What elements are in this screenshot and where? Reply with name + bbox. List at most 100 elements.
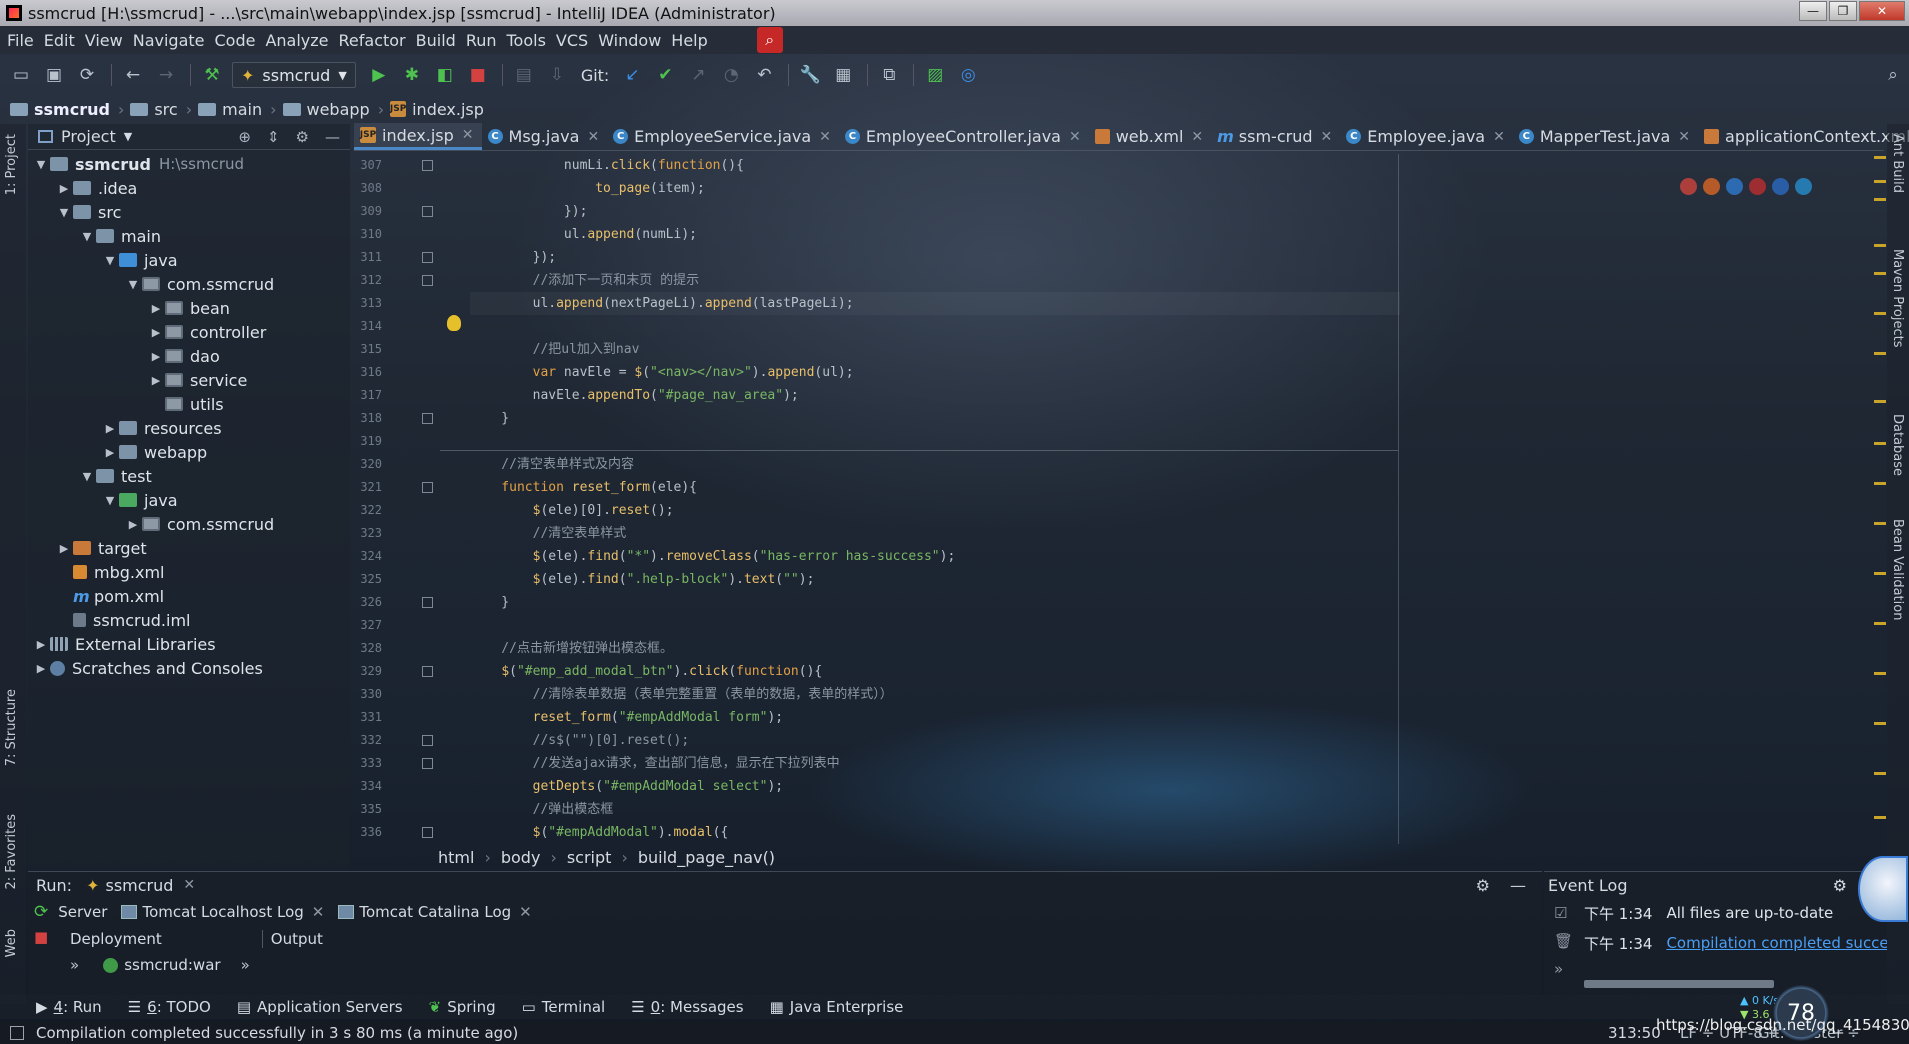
warning-marker[interactable] — [1874, 672, 1886, 675]
git-update-project-icon[interactable]: ↙ — [619, 62, 645, 88]
tree-item[interactable]: ▶ com.ssmcrud — [28, 512, 350, 536]
git-commit-icon[interactable]: ✔ — [652, 62, 678, 88]
close-icon[interactable]: ✕ — [819, 129, 831, 145]
vcs-push-icon[interactable]: ⇩ — [544, 62, 570, 88]
git-push-icon[interactable]: ↗ — [685, 62, 711, 88]
tool-tab-structure[interactable]: 7: Structure — [4, 689, 19, 766]
tool-button-terminal[interactable]: ▭ Terminal — [522, 998, 606, 1016]
warning-marker[interactable] — [1874, 244, 1886, 247]
tool-tab-ant-build[interactable]: Ant Build — [1890, 134, 1905, 193]
expanded-arrow-icon[interactable]: ▼ — [32, 158, 50, 171]
crumb-src[interactable]: src › — [130, 100, 192, 119]
git-rollback-icon[interactable]: ↶ — [751, 62, 777, 88]
crumb-webapp[interactable]: webapp › — [282, 100, 384, 119]
tool-tab-project[interactable]: 1: Project — [4, 134, 19, 195]
close-icon[interactable]: ✕ — [587, 129, 599, 145]
warning-marker[interactable] — [1874, 352, 1886, 355]
close-icon[interactable]: ✕ — [519, 903, 532, 921]
tab-tomcat-catalina-log[interactable]: Tomcat Catalina Log ✕ — [338, 903, 532, 921]
tool-tab-web[interactable]: Web — [4, 929, 19, 957]
locate-file-icon[interactable]: ⊕ — [238, 128, 251, 146]
tree-item[interactable]: ▼ ssmcrud H:\ssmcrud — [28, 152, 350, 176]
warning-marker[interactable] — [1874, 772, 1886, 775]
editor-tab[interactable]: applicationContext.xml✕ — [1698, 123, 1909, 150]
warning-marker[interactable] — [1874, 180, 1886, 183]
expanded-arrow-icon[interactable]: ▼ — [78, 230, 96, 243]
crumb-project[interactable]: ssmcrud › — [10, 100, 124, 119]
tree-item[interactable]: ▶ service — [28, 368, 350, 392]
chrome-icon[interactable] — [1680, 178, 1697, 195]
collapsed-arrow-icon[interactable]: ▶ — [147, 326, 165, 339]
tool-tab-bean-validation[interactable]: Bean Validation — [1890, 519, 1905, 620]
gear-icon[interactable]: ⚙ — [1476, 876, 1490, 895]
search-everywhere-icon[interactable]: ⌕ — [756, 27, 783, 53]
tree-item[interactable]: mbg.xml — [28, 560, 350, 584]
tool-button-run[interactable]: ▶ 4: Run — [36, 998, 102, 1016]
tree-item[interactable]: ▶ bean — [28, 296, 350, 320]
fold-marker[interactable] — [422, 160, 433, 171]
gear-icon[interactable]: ⚙ — [296, 128, 309, 146]
close-button[interactable]: ✕ — [1859, 1, 1905, 21]
gear-icon[interactable]: ⚙ — [1833, 876, 1847, 895]
menu-analyze[interactable]: Analyze — [264, 31, 337, 50]
tree-item[interactable]: ▼ src — [28, 200, 350, 224]
warning-marker[interactable] — [1874, 156, 1886, 159]
tool-button-messages[interactable]: ☰ 0: Messages — [631, 998, 743, 1016]
close-icon[interactable]: ✕ — [1321, 129, 1333, 145]
menu-view[interactable]: View — [84, 31, 132, 50]
event-link[interactable]: Compilation completed succe — [1666, 934, 1887, 952]
fold-marker[interactable] — [422, 482, 433, 493]
warning-marker[interactable] — [1874, 572, 1886, 575]
fold-marker[interactable] — [422, 275, 433, 286]
expand-icon[interactable]: » — [70, 956, 79, 974]
collapsed-arrow-icon[interactable]: ▶ — [101, 446, 119, 459]
editor-crumb[interactable]: script — [567, 848, 612, 867]
tool-button-application-servers[interactable]: ▤ Application Servers — [237, 998, 403, 1016]
editor-crumb[interactable]: build_page_nav() — [638, 848, 775, 867]
hide-panel-icon[interactable]: — — [325, 128, 340, 146]
menu-navigate[interactable]: Navigate — [132, 31, 214, 50]
chevron-down-icon[interactable]: ▼ — [124, 130, 132, 143]
fold-marker[interactable] — [422, 413, 433, 424]
horizontal-scrollbar[interactable] — [1584, 980, 1774, 988]
menu-refactor[interactable]: Refactor — [338, 31, 415, 50]
caret-position[interactable]: 313:50 — [1608, 1024, 1661, 1042]
stop-icon[interactable]: ■ — [34, 928, 48, 946]
editor-tab[interactable]: C Msg.java ✕ — [482, 123, 608, 150]
tree-item[interactable]: ssmcrud.iml — [28, 608, 350, 632]
close-icon[interactable]: ✕ — [1493, 129, 1505, 145]
tool-windows-toggle-icon[interactable] — [10, 1025, 24, 1040]
git-history-icon[interactable]: ◔ — [718, 62, 744, 88]
close-icon[interactable]: ✕ — [183, 877, 195, 893]
editor-tab[interactable]: JSP index.jsp ✕ — [354, 123, 482, 150]
run-configuration-selector[interactable]: ✦ ssmcrud ▼ — [232, 62, 356, 88]
ie-icon[interactable] — [1772, 178, 1789, 195]
tool-button-java-enterprise[interactable]: ▦ Java Enterprise — [770, 998, 904, 1016]
tool-button-todo[interactable]: ☰ 6: TODO — [128, 998, 211, 1016]
collapsed-arrow-icon[interactable]: ▶ — [101, 422, 119, 435]
editor-tab[interactable]: C MapperTest.java ✕ — [1513, 123, 1698, 150]
collapsed-arrow-icon[interactable]: ▶ — [55, 542, 73, 555]
trash-icon[interactable]: 🗑 — [1554, 932, 1573, 950]
tree-item[interactable]: ▶ target — [28, 536, 350, 560]
hide-panel-icon[interactable]: — — [1510, 876, 1526, 895]
warning-marker[interactable] — [1874, 198, 1886, 201]
project-structure-icon[interactable]: ▦ — [830, 62, 856, 88]
tree-item[interactable]: ▶ controller — [28, 320, 350, 344]
run-config-tab[interactable]: ✦ ssmcrud — [86, 876, 173, 895]
edge-icon[interactable] — [1795, 178, 1812, 195]
tree-item[interactable]: ▶ resources — [28, 416, 350, 440]
tab-server[interactable]: Server — [58, 903, 107, 921]
editor-tab[interactable]: C EmployeeService.java ✕ — [607, 123, 839, 150]
menu-window[interactable]: Window — [597, 31, 670, 50]
menu-edit[interactable]: Edit — [43, 31, 84, 50]
stop-icon[interactable]: ■ — [465, 62, 491, 88]
editor-tab[interactable]: web.xml ✕ — [1089, 123, 1211, 150]
collapse-all-icon[interactable]: ⇕ — [267, 128, 280, 146]
project-panel-title[interactable]: Project — [61, 127, 116, 146]
close-icon[interactable]: ✕ — [462, 127, 474, 143]
run-icon[interactable]: ▶ — [366, 62, 392, 88]
tree-item[interactable]: ▼ test — [28, 464, 350, 488]
tree-item[interactable]: ▼ main — [28, 224, 350, 248]
fold-marker[interactable] — [422, 666, 433, 677]
